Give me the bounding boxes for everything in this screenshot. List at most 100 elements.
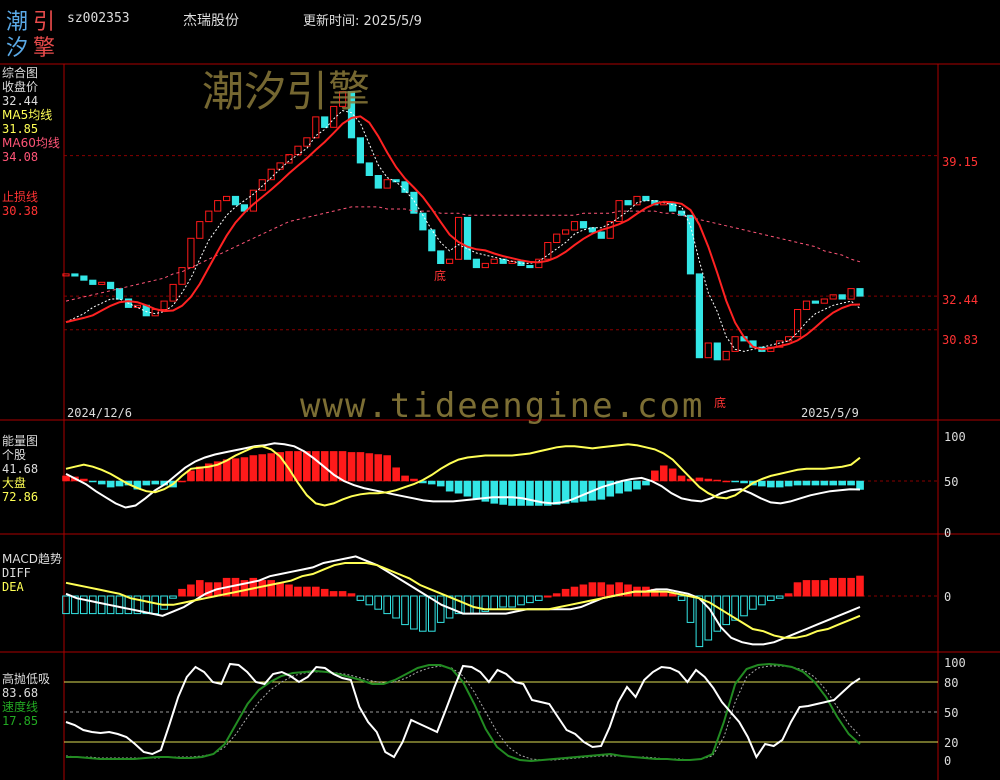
candle-up xyxy=(249,189,258,212)
candle-up xyxy=(98,281,106,285)
candle-down xyxy=(588,227,596,233)
energy-bar-down xyxy=(775,480,784,488)
candle-up xyxy=(802,300,811,311)
macd-bar-down xyxy=(401,595,409,626)
energy-bar-up xyxy=(240,457,249,482)
macd-bar-down xyxy=(374,595,382,610)
watermark-title: 潮汐引擎 xyxy=(202,67,371,116)
energy-bar-up xyxy=(410,478,418,482)
gaoxi-tick: 50 xyxy=(944,706,959,720)
energy-tick: 50 xyxy=(944,475,959,489)
candle-down xyxy=(811,300,819,304)
stop-loss-line xyxy=(65,115,861,351)
ma60-label: MA60均线 xyxy=(2,136,60,150)
macd-bar-down xyxy=(508,595,516,608)
stop-value: 30.38 xyxy=(2,204,39,218)
energy-bar-down xyxy=(454,480,463,494)
macd-bar-down xyxy=(115,595,124,615)
macd-bar-up xyxy=(829,577,838,597)
energy-bar-down xyxy=(624,480,632,492)
macd-bar-up xyxy=(847,577,855,597)
candle-up xyxy=(785,336,793,342)
macd-bar-down xyxy=(160,595,168,610)
energy-bar-up xyxy=(365,453,374,482)
macd-bar-down xyxy=(472,595,481,615)
macd-tick: 0 xyxy=(944,590,952,604)
macd-bar-down xyxy=(169,595,177,599)
ma60-value: 34.08 xyxy=(2,150,39,164)
macd-bar-down xyxy=(526,595,534,604)
candle-up xyxy=(847,288,855,300)
candle-up xyxy=(481,262,489,269)
macd-bar-up xyxy=(187,584,195,597)
candle-down xyxy=(410,191,418,214)
candle-up xyxy=(553,233,561,244)
date-start: 2024/12/6 xyxy=(67,406,133,420)
candle-up xyxy=(562,229,570,235)
energy-bar-up xyxy=(294,451,302,482)
close-label: 收盘价 xyxy=(2,80,39,94)
energy-bar-up xyxy=(668,468,677,482)
candle-down xyxy=(686,214,695,275)
candle-up xyxy=(731,336,739,352)
candle-down xyxy=(597,231,605,239)
candle-down xyxy=(642,195,650,202)
candle-up xyxy=(205,210,213,223)
energy-bar-up xyxy=(677,475,686,482)
macd-bar-up xyxy=(276,582,284,597)
candle-down xyxy=(437,250,445,264)
energy-bar-down xyxy=(597,480,606,500)
macd-bar-down xyxy=(749,595,757,610)
macd-bar-up xyxy=(338,591,347,597)
candle-up xyxy=(829,294,837,300)
energy-bar-down xyxy=(740,480,748,484)
candle-down xyxy=(89,279,97,285)
macd-bar-down xyxy=(151,595,159,615)
macd-bar-down xyxy=(89,595,97,615)
ma5-value: 31.85 xyxy=(2,122,39,136)
macd-bar-up xyxy=(258,580,267,597)
macd-bar-down xyxy=(436,595,445,623)
energy-bar-down xyxy=(88,480,97,483)
macd-bar-up xyxy=(856,575,864,597)
bottom-mark: 底 xyxy=(434,269,447,283)
candle-down xyxy=(71,273,79,277)
energy-bar-up xyxy=(258,454,267,482)
gaoxi-tick: 100 xyxy=(944,656,966,670)
candle-up xyxy=(455,216,463,260)
macd-bar-up xyxy=(320,588,329,597)
candle-up xyxy=(383,179,391,189)
candle-up xyxy=(178,267,186,285)
candle-down xyxy=(526,265,534,269)
energy-tick: 100 xyxy=(944,430,966,444)
candle-up xyxy=(794,309,802,338)
macd-bar-up xyxy=(579,584,588,597)
macd-title: MACD趋势 xyxy=(2,552,62,566)
candle-up xyxy=(214,200,222,212)
energy-bar-down xyxy=(517,480,525,506)
macd-bar-up xyxy=(820,580,829,597)
speed-label: 速度线 xyxy=(2,700,39,714)
candle-up xyxy=(704,342,712,359)
macd-bar-down xyxy=(419,595,427,632)
bottom-mark: 底 xyxy=(714,396,727,410)
energy-bar-down xyxy=(758,480,766,487)
candle-down xyxy=(856,288,864,297)
gaoxi-tick: 80 xyxy=(944,676,959,690)
candle-up xyxy=(169,283,177,302)
macd-bar-down xyxy=(383,595,391,615)
market-energy-line xyxy=(65,443,861,507)
energy-bar-down xyxy=(767,480,775,488)
candle-down xyxy=(365,162,373,176)
energy-bar-up xyxy=(401,475,409,482)
gaoxi-tick: 0 xyxy=(944,754,952,768)
macd-bar-up xyxy=(552,593,561,597)
candle-up xyxy=(187,237,195,269)
macd-bar-up xyxy=(802,580,811,597)
energy-bar-up xyxy=(704,478,713,482)
candle-down xyxy=(107,281,115,290)
macd-bar-up xyxy=(597,582,606,597)
macd-bar-down xyxy=(517,595,525,606)
candle-up xyxy=(294,145,302,156)
energy-bar-up xyxy=(695,477,704,482)
